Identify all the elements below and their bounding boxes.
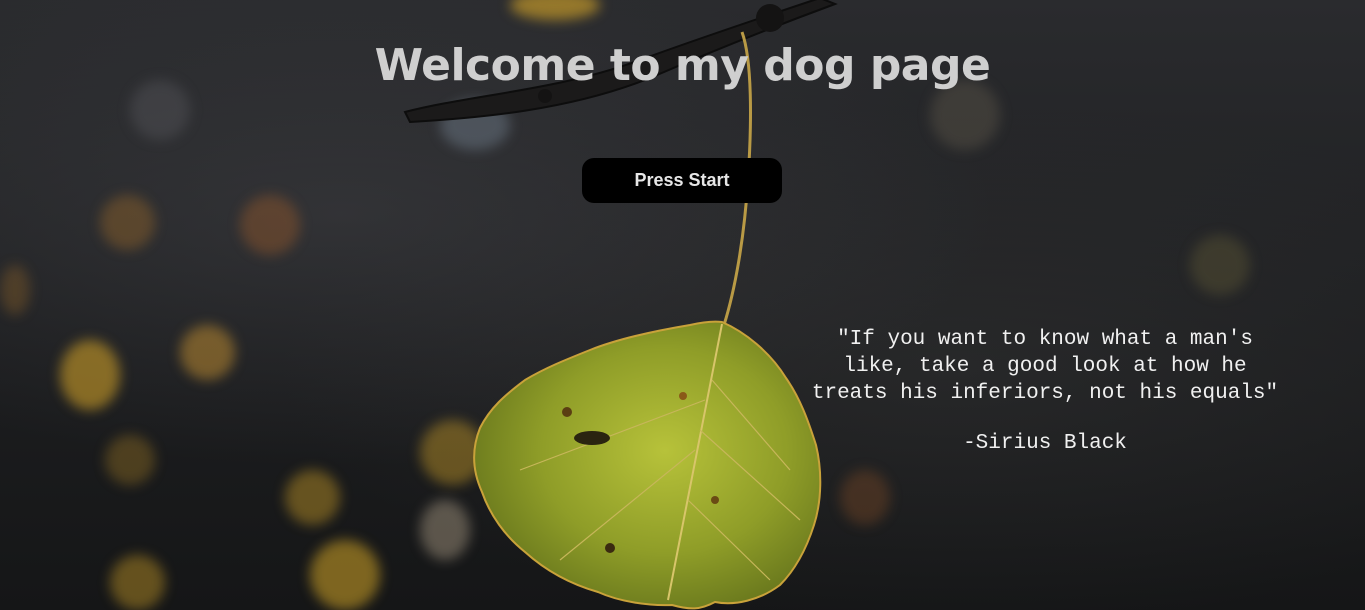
press-start-button[interactable]: Press Start (582, 158, 782, 203)
leaf (473, 320, 822, 610)
quote-author: -Sirius Black (963, 432, 1127, 455)
quote-text: "If you want to know what a man's like, … (811, 328, 1279, 405)
quote-block: "If you want to know what a man's like, … (800, 326, 1290, 457)
page-title: Welcome to my dog page (374, 40, 991, 91)
